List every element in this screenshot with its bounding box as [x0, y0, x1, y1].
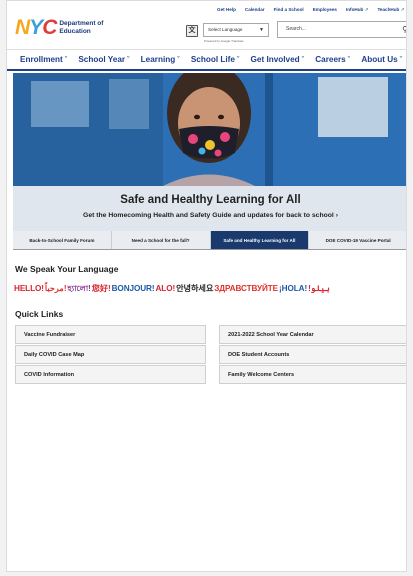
greeting-8: ¡HOLA!: [279, 284, 308, 293]
nav-item-about-us[interactable]: About Us: [361, 55, 402, 64]
hero-subtitle: Get the Homecoming Health and Safety Gui…: [83, 212, 338, 219]
quick-link-covid-case-map[interactable]: Daily COVID Case Map: [15, 345, 206, 364]
quick-link-family-welcome-centers[interactable]: Family Welcome Centers: [219, 365, 406, 384]
util-link-teachhub[interactable]: TeachHub: [377, 7, 404, 13]
subtab-need-a-school[interactable]: Need a School for the fall?: [111, 231, 211, 249]
hero-illustration: [13, 73, 406, 186]
util-link-infohub[interactable]: InfoHub: [346, 7, 369, 13]
language-select[interactable]: Select Language ▼: [203, 23, 269, 37]
search-placeholder: Search...: [286, 26, 307, 32]
subtab-vaccine-portal[interactable]: DOE COVID-19 Vaccine Portal: [309, 231, 406, 249]
translate-icon: 文: [186, 25, 198, 37]
quick-link-covid-information[interactable]: COVID Information: [15, 365, 206, 384]
hero-image[interactable]: [13, 73, 406, 186]
greeting-4: BONJOUR!: [111, 284, 155, 293]
search-icon[interactable]: ⚲: [402, 22, 406, 37]
utility-links: Get Help Calendar Find a School Employee…: [217, 7, 404, 13]
util-link-find-a-school[interactable]: Find a School: [274, 7, 304, 13]
nav-item-enrollment[interactable]: Enrollment: [20, 55, 67, 64]
nav-item-school-life[interactable]: School Life: [191, 55, 239, 64]
hero-caption[interactable]: Safe and Healthy Learning for All Get th…: [13, 186, 406, 231]
greeting-6: 안녕하세요: [176, 284, 214, 293]
quick-link-student-accounts[interactable]: DOE Student Accounts: [219, 345, 406, 364]
util-link-employees[interactable]: Employees: [313, 7, 337, 13]
powered-by-google: Powered by Google Translate: [204, 39, 244, 43]
util-link-calendar[interactable]: Calendar: [245, 7, 265, 13]
quick-links-left: Vaccine Fundraiser Daily COVID Case Map …: [15, 325, 206, 385]
nav-item-get-involved[interactable]: Get Involved: [251, 55, 304, 64]
greeting-5: ALO!: [155, 284, 176, 293]
subtab-safe-healthy-learning[interactable]: Safe and Healthy Learning for All: [210, 231, 310, 249]
greeting-0: HELLO!: [14, 284, 44, 293]
main-nav: Enrollment School Year Learning School L…: [7, 49, 406, 71]
page: NYC Department of Education Get Help Cal…: [6, 0, 407, 572]
nav-item-school-year[interactable]: School Year: [78, 55, 129, 64]
greeting-3: 您好!: [91, 284, 111, 293]
nav-item-learning[interactable]: Learning: [141, 55, 180, 64]
quick-links-title: Quick Links: [15, 309, 64, 319]
quick-link-vaccine-fundraiser[interactable]: Vaccine Fundraiser: [15, 325, 206, 344]
logo-mark: NYC: [15, 16, 57, 39]
util-link-get-help[interactable]: Get Help: [217, 7, 236, 13]
chevron-down-icon: ▼: [259, 27, 264, 33]
nyc-doe-logo[interactable]: NYC Department of Education: [15, 17, 103, 38]
language-greetings[interactable]: HELLO!مرحباً!হ্যালো!您好!BONJOUR!ALO!안녕하세요…: [14, 282, 406, 296]
hero-subtabs: Back-to-School Family Forum Need a Schoo…: [13, 231, 406, 250]
search-input[interactable]: Search... ⚲: [277, 21, 406, 38]
quick-links-right: 2021-2022 School Year Calendar DOE Stude…: [219, 325, 406, 385]
languages-title: We Speak Your Language: [15, 264, 119, 274]
hero-title: Safe and Healthy Learning for All: [120, 194, 301, 206]
greeting-9: !ہیلو: [308, 284, 330, 293]
logo-text: Department of Education: [59, 20, 104, 35]
header: NYC Department of Education Get Help Cal…: [7, 1, 406, 47]
chevron-right-icon: ›: [335, 212, 338, 219]
quick-link-school-year-calendar[interactable]: 2021-2022 School Year Calendar: [219, 325, 406, 344]
greeting-7: ЗДРАВСТВУЙТЕ: [214, 284, 279, 293]
greeting-1: مرحباً!: [44, 284, 67, 293]
greeting-2: হ্যালো!: [67, 284, 91, 293]
language-select-value: Select Language: [208, 27, 243, 32]
nav-item-careers[interactable]: Careers: [315, 55, 350, 64]
subtab-family-forum[interactable]: Back-to-School Family Forum: [13, 231, 112, 249]
